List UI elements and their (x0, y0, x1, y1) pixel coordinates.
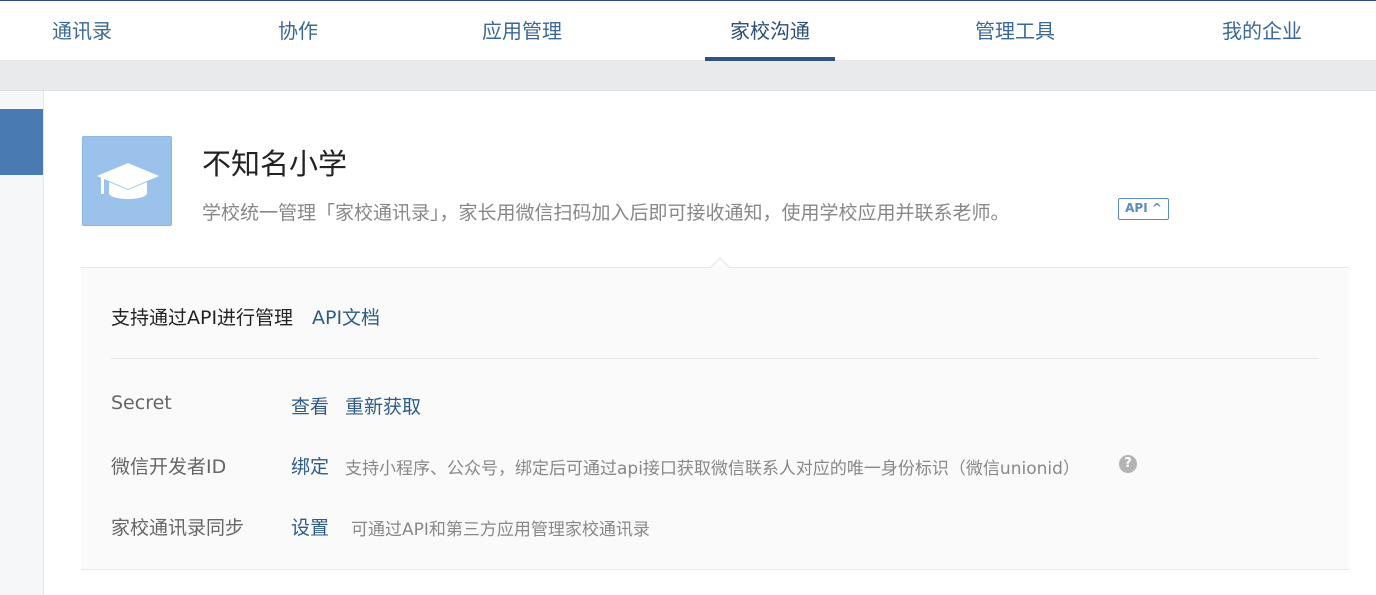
wechat-dev-id-description: 支持小程序、公众号，绑定后可通过api接口获取微信联系人对应的唯一身份标识（微信… (345, 459, 1080, 479)
panel-caret (710, 257, 730, 277)
sync-settings-link[interactable]: 设置 (291, 513, 329, 540)
secret-regenerate-link[interactable]: 重新获取 (345, 392, 421, 419)
wechat-bind-link[interactable]: 绑定 (291, 452, 329, 479)
tab-management-tools[interactable]: 管理工具 (975, 1, 1055, 61)
app-name: 不知名小学 (202, 147, 348, 181)
contacts-sync-description: 可通过API和第三方应用管理家校通讯录 (351, 520, 650, 540)
panel-divider (111, 358, 1319, 359)
api-doc-link[interactable]: API文档 (312, 303, 380, 330)
wechat-dev-id-label: 微信开发者ID (111, 456, 227, 478)
tab-my-enterprise[interactable]: 我的企业 (1222, 1, 1302, 61)
app-description: 学校统一管理「家校通讯录」，家长用微信扫码加入后即可接收通知，使用学校应用并联系… (202, 202, 1010, 224)
secret-label: Secret (111, 392, 172, 414)
top-nav: 通讯录 协作 应用管理 家校沟通 管理工具 我的企业 (0, 0, 1376, 61)
tab-contacts[interactable]: 通讯录 (52, 1, 112, 61)
api-toggle-button[interactable]: API ^ (1118, 198, 1169, 220)
tab-app-management[interactable]: 应用管理 (482, 1, 562, 61)
tab-home-school[interactable]: 家校沟通 (705, 1, 835, 61)
help-icon[interactable]: ? (1119, 455, 1137, 473)
api-panel: 支持通过API进行管理 API文档 Secret 查看 重新获取 微信开发者ID… (81, 257, 1349, 570)
graduation-cap-icon (97, 163, 159, 199)
app-detail: 不知名小学 学校统一管理「家校通讯录」，家长用微信扫码加入后即可接收通知，使用学… (44, 91, 1376, 595)
contacts-sync-label: 家校通讯录同步 (111, 517, 245, 539)
left-sidebar (0, 91, 44, 595)
app-icon (82, 136, 172, 226)
secret-view-link[interactable]: 查看 (291, 392, 329, 419)
sidebar-active-marker[interactable] (0, 109, 43, 175)
api-support-text: 支持通过API进行管理 (111, 307, 294, 329)
tab-collaboration[interactable]: 协作 (278, 1, 318, 61)
header-band (0, 61, 1376, 91)
